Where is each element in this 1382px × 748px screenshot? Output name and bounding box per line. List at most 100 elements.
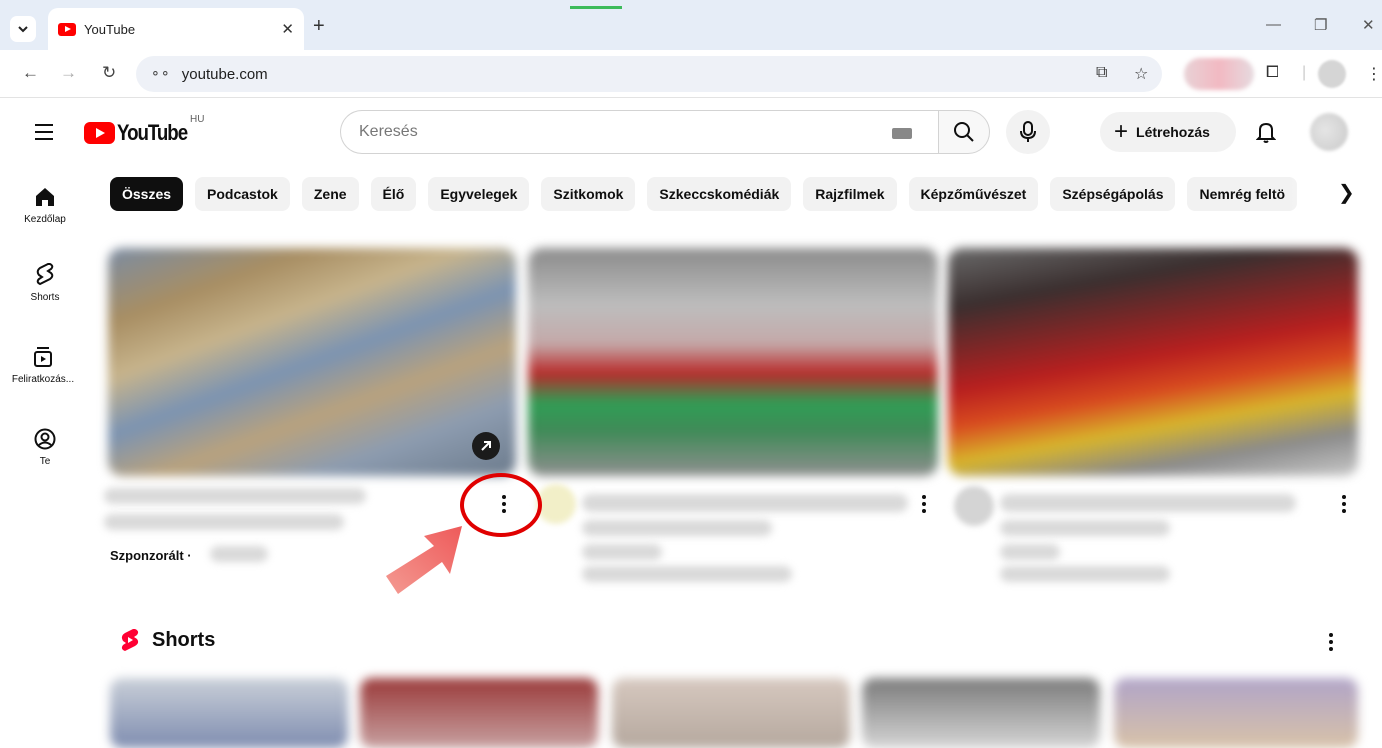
restore-button[interactable]: ❐ bbox=[1314, 16, 1327, 34]
sponsored-label: Szponzorált · bbox=[110, 548, 192, 563]
video-thumbnail[interactable] bbox=[108, 248, 516, 476]
toolbar-divider: | bbox=[1302, 64, 1307, 81]
open-external-button[interactable] bbox=[472, 432, 500, 460]
browser-menu-icon[interactable]: ⋮ bbox=[1366, 64, 1382, 84]
chip-szitkomok[interactable]: Szitkomok bbox=[541, 177, 636, 211]
short-thumbnail[interactable] bbox=[110, 678, 348, 748]
video-title-blurred bbox=[104, 488, 366, 504]
subscriptions-icon bbox=[34, 347, 52, 367]
channel-avatar[interactable] bbox=[954, 486, 994, 526]
search-box[interactable] bbox=[340, 110, 938, 154]
install-app-icon[interactable]: ⧉ bbox=[1096, 64, 1107, 82]
tab-close-icon[interactable]: ✕ bbox=[281, 20, 294, 38]
browser-tab-youtube[interactable]: YouTube ✕ bbox=[48, 8, 304, 50]
chip-nemreg-feltoltott[interactable]: Nemrég feltö bbox=[1187, 177, 1298, 211]
short-thumbnail[interactable] bbox=[862, 678, 1100, 748]
account-avatar[interactable] bbox=[1310, 113, 1348, 151]
sidebar-item-label: Kezdőlap bbox=[24, 214, 66, 225]
video-thumbnail[interactable] bbox=[948, 248, 1358, 476]
sidebar-item-you[interactable]: Te bbox=[0, 428, 90, 467]
sidebar-item-label: Feliratkozás... bbox=[11, 374, 75, 385]
youtube-logo[interactable]: YouTube HU bbox=[84, 114, 204, 146]
create-label: Létrehozás bbox=[1136, 124, 1210, 140]
shorts-shelf-header: Shorts bbox=[120, 628, 215, 652]
arrow-up-right-icon bbox=[481, 441, 491, 451]
address-url[interactable]: youtube.com bbox=[182, 66, 268, 83]
more-actions-icon[interactable] bbox=[1332, 492, 1356, 516]
bookmark-star-icon[interactable]: ☆ bbox=[1134, 64, 1148, 84]
menu-icon[interactable] bbox=[35, 124, 53, 145]
chip-zene[interactable]: Zene bbox=[301, 177, 359, 211]
you-icon bbox=[34, 428, 56, 450]
highlight-circle bbox=[460, 473, 542, 537]
video-title-blurred bbox=[1000, 520, 1170, 536]
shorts-more-actions-icon[interactable] bbox=[1319, 630, 1343, 654]
video-title-blurred bbox=[582, 520, 772, 536]
search-button[interactable] bbox=[938, 110, 990, 154]
chip-szkeccskomediak[interactable]: Szkeccskomédiák bbox=[647, 177, 792, 211]
sidebar-item-label: Te bbox=[39, 456, 51, 467]
video-thumbnail[interactable] bbox=[528, 248, 938, 476]
more-actions-icon[interactable] bbox=[912, 492, 936, 516]
extensions-icon[interactable]: ⧠ bbox=[1266, 64, 1279, 82]
forward-icon[interactable]: → bbox=[60, 63, 77, 83]
youtube-favicon-icon bbox=[58, 22, 76, 36]
chip-elo[interactable]: Élő bbox=[370, 177, 417, 211]
minimize-button[interactable]: — bbox=[1266, 16, 1281, 33]
browser-tabstrip: YouTube ✕ + — ❐ ✕ bbox=[0, 0, 1382, 50]
plus-icon: + bbox=[1114, 118, 1129, 145]
video-title-blurred bbox=[582, 494, 908, 512]
video-title-blurred bbox=[1000, 494, 1296, 512]
chips-fade bbox=[1290, 170, 1382, 218]
back-icon[interactable]: ← bbox=[22, 63, 39, 83]
search-input[interactable] bbox=[359, 123, 879, 141]
browser-toolbar: ← → ↻ ⚬⚬ youtube.com ⧉ ☆ ⧠ | ⋮ bbox=[0, 50, 1382, 98]
short-thumbnail[interactable] bbox=[612, 678, 850, 748]
chip-kepzomuveszet[interactable]: Képzőművészet bbox=[908, 177, 1039, 211]
extension-pill[interactable] bbox=[1184, 58, 1254, 90]
bell-icon bbox=[1255, 122, 1277, 143]
chip-szepsegapolas[interactable]: Szépségápolás bbox=[1050, 177, 1176, 211]
advertiser-blurred bbox=[210, 546, 268, 562]
category-chips: Összes Podcastok Zene Élő Egyvelegek Szi… bbox=[110, 177, 1298, 211]
short-thumbnail[interactable] bbox=[360, 678, 598, 748]
sidebar-item-home[interactable]: Kezdőlap bbox=[0, 186, 90, 225]
chip-rajzfilmek[interactable]: Rajzfilmek bbox=[803, 177, 897, 211]
create-button[interactable]: + Létrehozás bbox=[1100, 112, 1236, 152]
channel-avatar[interactable] bbox=[536, 484, 576, 524]
home-icon bbox=[36, 188, 54, 206]
short-thumbnail[interactable] bbox=[1114, 678, 1358, 748]
close-window-button[interactable]: ✕ bbox=[1362, 16, 1375, 34]
sidebar-item-subscriptions[interactable]: Feliratkozás... bbox=[0, 346, 88, 385]
sidebar-item-shorts[interactable]: Shorts bbox=[0, 262, 90, 303]
reload-icon[interactable]: ↻ bbox=[102, 63, 116, 83]
youtube-masthead: YouTube HU + Létrehozás bbox=[0, 99, 1382, 165]
chevron-right-icon[interactable]: ❯ bbox=[1338, 180, 1355, 205]
voice-search-button[interactable] bbox=[1006, 110, 1050, 154]
notifications-button[interactable] bbox=[1255, 121, 1277, 148]
tab-group-indicator bbox=[570, 6, 622, 9]
tab-title: YouTube bbox=[84, 21, 136, 37]
chip-podcastok[interactable]: Podcastok bbox=[195, 177, 290, 211]
logo-text: YouTube bbox=[117, 120, 188, 145]
chip-egyvelegek[interactable]: Egyvelegek bbox=[428, 177, 530, 211]
country-code: HU bbox=[190, 114, 205, 125]
youtube-play-icon bbox=[84, 122, 115, 144]
microphone-icon bbox=[1020, 121, 1036, 142]
new-tab-button[interactable]: + bbox=[313, 15, 325, 38]
search-icon bbox=[954, 122, 974, 142]
chip-osszes[interactable]: Összes bbox=[110, 177, 184, 211]
chevron-down-icon bbox=[18, 26, 28, 33]
sidebar-item-label: Shorts bbox=[30, 292, 60, 303]
address-bar[interactable]: ⚬⚬ youtube.com bbox=[136, 56, 1162, 92]
video-meta-blurred bbox=[1000, 566, 1170, 582]
channel-name-blurred bbox=[582, 544, 662, 560]
shorts-logo-icon bbox=[121, 629, 139, 651]
shorts-icon bbox=[36, 263, 54, 286]
video-subtitle-blurred bbox=[104, 514, 344, 530]
keyboard-icon[interactable] bbox=[892, 128, 912, 139]
browser-profile-avatar[interactable] bbox=[1318, 60, 1346, 88]
tab-search-button[interactable] bbox=[10, 16, 36, 42]
video-meta-blurred bbox=[582, 566, 792, 582]
site-info-icon[interactable]: ⚬⚬ bbox=[150, 66, 171, 82]
